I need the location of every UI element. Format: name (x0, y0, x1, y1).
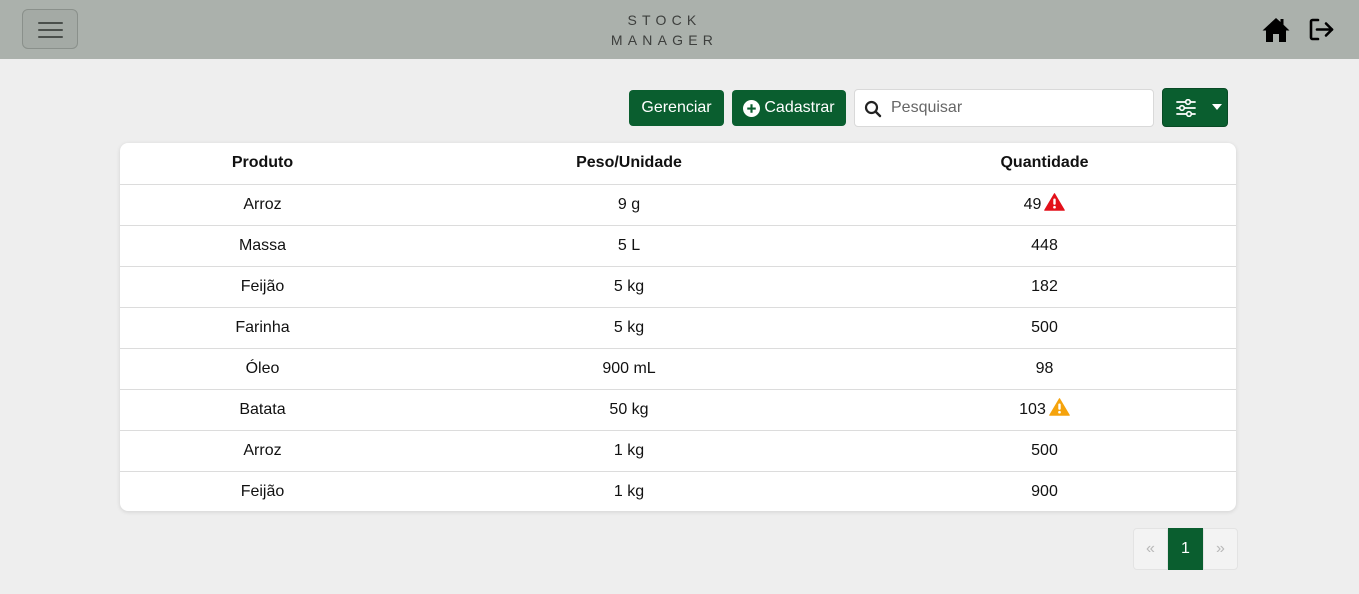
brand-logo: STOCK MANAGER (580, 10, 744, 50)
pagination: « 1 » (1133, 528, 1238, 570)
quantity-value: 900 (1031, 482, 1058, 500)
products-table-card: Produto Peso/Unidade Quantidade Arroz 9 g… (120, 143, 1236, 511)
search-box (854, 89, 1154, 127)
hamburger-icon (38, 29, 63, 31)
cell-quantity: 900 (853, 471, 1236, 511)
table-row: Óleo 900 mL 98 (120, 348, 1236, 390)
table-body: Arroz 9 g 49 Massa 5 L 448 Feijão 5 kg 182 Farinh… (120, 184, 1236, 511)
caret-down-icon (1212, 104, 1222, 110)
cell-quantity: 103 (853, 389, 1236, 431)
cell-quantity: 500 (853, 307, 1236, 349)
cell-product: Batata (120, 389, 405, 431)
sliders-icon (1176, 99, 1196, 117)
brand-line-2: MANAGER (610, 32, 719, 48)
cell-quantity: 49 (853, 184, 1236, 226)
hamburger-icon (38, 36, 63, 38)
column-header-product: Produto (120, 143, 405, 185)
cell-product: Arroz (120, 184, 405, 226)
quantity-value: 103 (1019, 401, 1046, 418)
column-header-quantity: Quantidade (853, 143, 1236, 185)
cell-weight: 5 kg (405, 266, 853, 308)
table-row: Farinha 5 kg 500 (120, 307, 1236, 349)
cell-weight: 5 kg (405, 307, 853, 349)
hamburger-menu-button[interactable] (22, 9, 78, 49)
quantity-value: 182 (1031, 277, 1058, 295)
brand-line-1: STOCK (627, 12, 702, 28)
cell-weight: 50 kg (405, 389, 853, 431)
top-navbar: STOCK MANAGER (0, 0, 1359, 59)
cell-quantity: 98 (853, 348, 1236, 390)
table-row: Arroz 1 kg 500 (120, 430, 1236, 472)
cell-weight: 1 kg (613, 482, 645, 500)
table-row: Feijão 1 kg 900 (120, 471, 1236, 511)
low-stock-warning-icon (1049, 398, 1070, 421)
home-icon[interactable] (1261, 15, 1291, 45)
cell-quantity: 500 (853, 430, 1236, 472)
logout-icon[interactable] (1307, 15, 1337, 45)
quantity-value: 500 (1031, 441, 1058, 459)
table-header-row: Produto Peso/Unidade Quantidade (120, 143, 1236, 185)
cell-product: Feijão (240, 482, 285, 500)
hamburger-icon (38, 22, 63, 24)
table-row: Batata 50 kg 103 (120, 389, 1236, 431)
plus-circle-icon (743, 99, 761, 117)
search-icon (864, 100, 882, 118)
cell-product: Feijão (120, 266, 405, 308)
low-stock-danger-icon (1044, 193, 1066, 216)
cell-product: Massa (120, 225, 405, 267)
table-row: Arroz 9 g 49 (120, 184, 1236, 226)
cell-product: Óleo (120, 348, 405, 390)
cell-quantity: 448 (853, 225, 1236, 267)
pagination-next: » (1203, 528, 1238, 570)
cell-weight: 1 kg (405, 430, 853, 472)
register-button[interactable]: Cadastrar (732, 90, 846, 126)
quantity-value: 49 (1023, 196, 1042, 213)
pagination-page-1[interactable]: 1 (1168, 528, 1203, 570)
cell-quantity: 182 (853, 266, 1236, 308)
quantity-value: 448 (1031, 236, 1058, 254)
column-header-weight: Peso/Unidade (405, 143, 853, 185)
pagination-prev: « (1133, 528, 1168, 570)
quantity-value: 500 (1031, 318, 1058, 336)
cell-product: Farinha (120, 307, 405, 349)
cell-weight: 9 g (405, 184, 853, 226)
manage-button[interactable]: Gerenciar (629, 90, 724, 126)
table-row: Massa 5 L 448 (120, 225, 1236, 267)
cell-weight: 5 L (405, 225, 853, 267)
search-input[interactable] (891, 90, 1146, 126)
filter-dropdown-button[interactable] (1162, 88, 1228, 127)
cell-product: Arroz (120, 430, 405, 472)
table-row: Feijão 5 kg 182 (120, 266, 1236, 308)
cell-weight: 900 mL (405, 348, 853, 390)
products-table: Produto Peso/Unidade Quantidade Arroz 9 g… (120, 143, 1236, 511)
quantity-value: 98 (1035, 359, 1054, 377)
register-label: Cadastrar (764, 99, 835, 116)
